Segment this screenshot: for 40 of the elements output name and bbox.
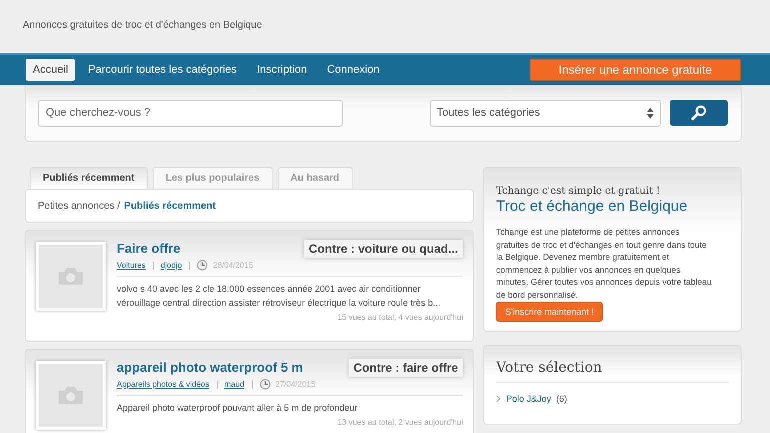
promo-title: Troc et échange en Belgique: [496, 198, 689, 215]
listing-title[interactable]: Faire offre: [117, 241, 181, 256]
selection-title: Votre sélection: [496, 360, 729, 383]
category-link[interactable]: Voitures: [117, 261, 146, 270]
listing-date: 28/04/2015: [213, 261, 254, 270]
chevron-icon: [496, 395, 502, 403]
listing-description: Appareil photo waterproof pouvant aller à 5 m de profondeur: [117, 402, 359, 415]
exchange-label: Contre : faire offre: [348, 359, 464, 377]
updown-icon: [647, 108, 654, 118]
promo-kicker: Tchange c'est simple et gratuit !: [496, 186, 662, 197]
listing-date: 27/04/2015: [276, 380, 316, 389]
category-select[interactable]: Toutes les catégories: [430, 100, 662, 126]
nav-link[interactable]: Connexion: [320, 59, 387, 81]
exchange-label: Contre : voiture ou quad...: [304, 240, 464, 258]
nav-link[interactable]: Accueil: [26, 59, 76, 81]
category-link[interactable]: Appareils photos & vidéos: [117, 380, 210, 389]
post-ad-button[interactable]: Insérer une annonce gratuite: [530, 59, 741, 81]
listing-title[interactable]: appareil photo waterproof 5 m: [117, 360, 304, 375]
site-tagline: Annonces gratuites de troc et d'échanges en Belgique: [23, 20, 262, 31]
camera-icon: [59, 387, 83, 404]
user-link[interactable]: maud: [224, 380, 245, 389]
clock-icon: [260, 379, 271, 390]
selection-link[interactable]: Polo J&Joy: [506, 394, 552, 404]
view-count: 15 vues au total, 4 vues aujourd'hui: [336, 313, 464, 322]
view-count: 13 vues au total, 2 vues aujourd'hui: [336, 418, 464, 427]
search-button[interactable]: [670, 100, 728, 126]
signup-button[interactable]: S'inscrire maintenant !: [496, 302, 604, 322]
nav-link[interactable]: Parcourir toutes les catégories: [81, 59, 244, 81]
search-field[interactable]: Que cherchez-vous ?: [38, 100, 343, 126]
selection-count: (6): [556, 394, 568, 404]
camera-icon: [59, 268, 83, 285]
breadcrumb-current: Publiés récemment: [124, 200, 216, 212]
user-link[interactable]: djodjo: [160, 261, 182, 270]
nav-link[interactable]: Inscription: [250, 59, 314, 81]
search-icon: [691, 105, 708, 121]
listing-description: volvo s 40 avec les 2 cle 18.000 essences année 2001 avec air conditionner vérouillage central direction assister rétroviseur électrique la voiture roule très b...: [117, 283, 442, 310]
tab[interactable]: Publiés récemment: [30, 167, 148, 189]
breadcrumb-link[interactable]: Petites annonces /: [38, 200, 120, 212]
promo-text: Tchange est une plateforme de petites annonces gratuites de troc et d'échanges en tout genre dans toute la Belgique. Devenez membre gratuitement et commencez à publier vos annonces en quelques minutes. Gérer toutes vos annonces depuis votre tableau de bord personnalisé.: [496, 226, 713, 301]
clock-icon: [197, 260, 208, 271]
